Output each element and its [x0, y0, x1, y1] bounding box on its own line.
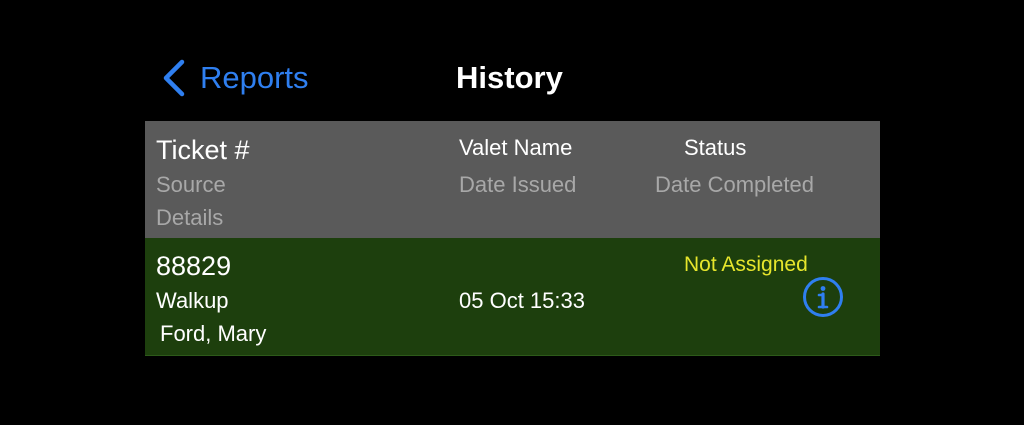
header-date-issued: Date Issued — [459, 172, 577, 197]
back-button[interactable]: Reports — [162, 58, 309, 98]
back-button-label: Reports — [200, 60, 309, 95]
table-row[interactable]: 88829 Walkup 05 Oct 15:33 Ford, Mary Not… — [145, 238, 880, 356]
ticket-source: Walkup — [156, 288, 229, 313]
ticket-number: 88829 — [156, 251, 232, 281]
header-details: Details — [156, 205, 224, 230]
navigation-bar: Reports History — [0, 0, 1024, 120]
ticket-date-issued: 05 Oct 15:33 — [459, 288, 585, 313]
chevron-left-icon — [163, 59, 185, 97]
ticket-details: Ford, Mary — [160, 321, 267, 346]
header-valet-name: Valet Name — [459, 135, 573, 160]
status-badge: Not Assigned — [684, 253, 808, 276]
table-header: Ticket # Valet Name Status Source Date I… — [145, 121, 880, 238]
header-status: Status — [684, 135, 747, 160]
page-title: History — [456, 60, 563, 95]
history-table: Ticket # Valet Name Status Source Date I… — [145, 121, 880, 356]
header-source: Source — [156, 172, 226, 197]
info-circle-icon — [803, 277, 843, 317]
header-ticket: Ticket # — [156, 135, 250, 165]
info-button[interactable] — [802, 276, 844, 318]
header-date-completed: Date Completed — [655, 172, 814, 197]
